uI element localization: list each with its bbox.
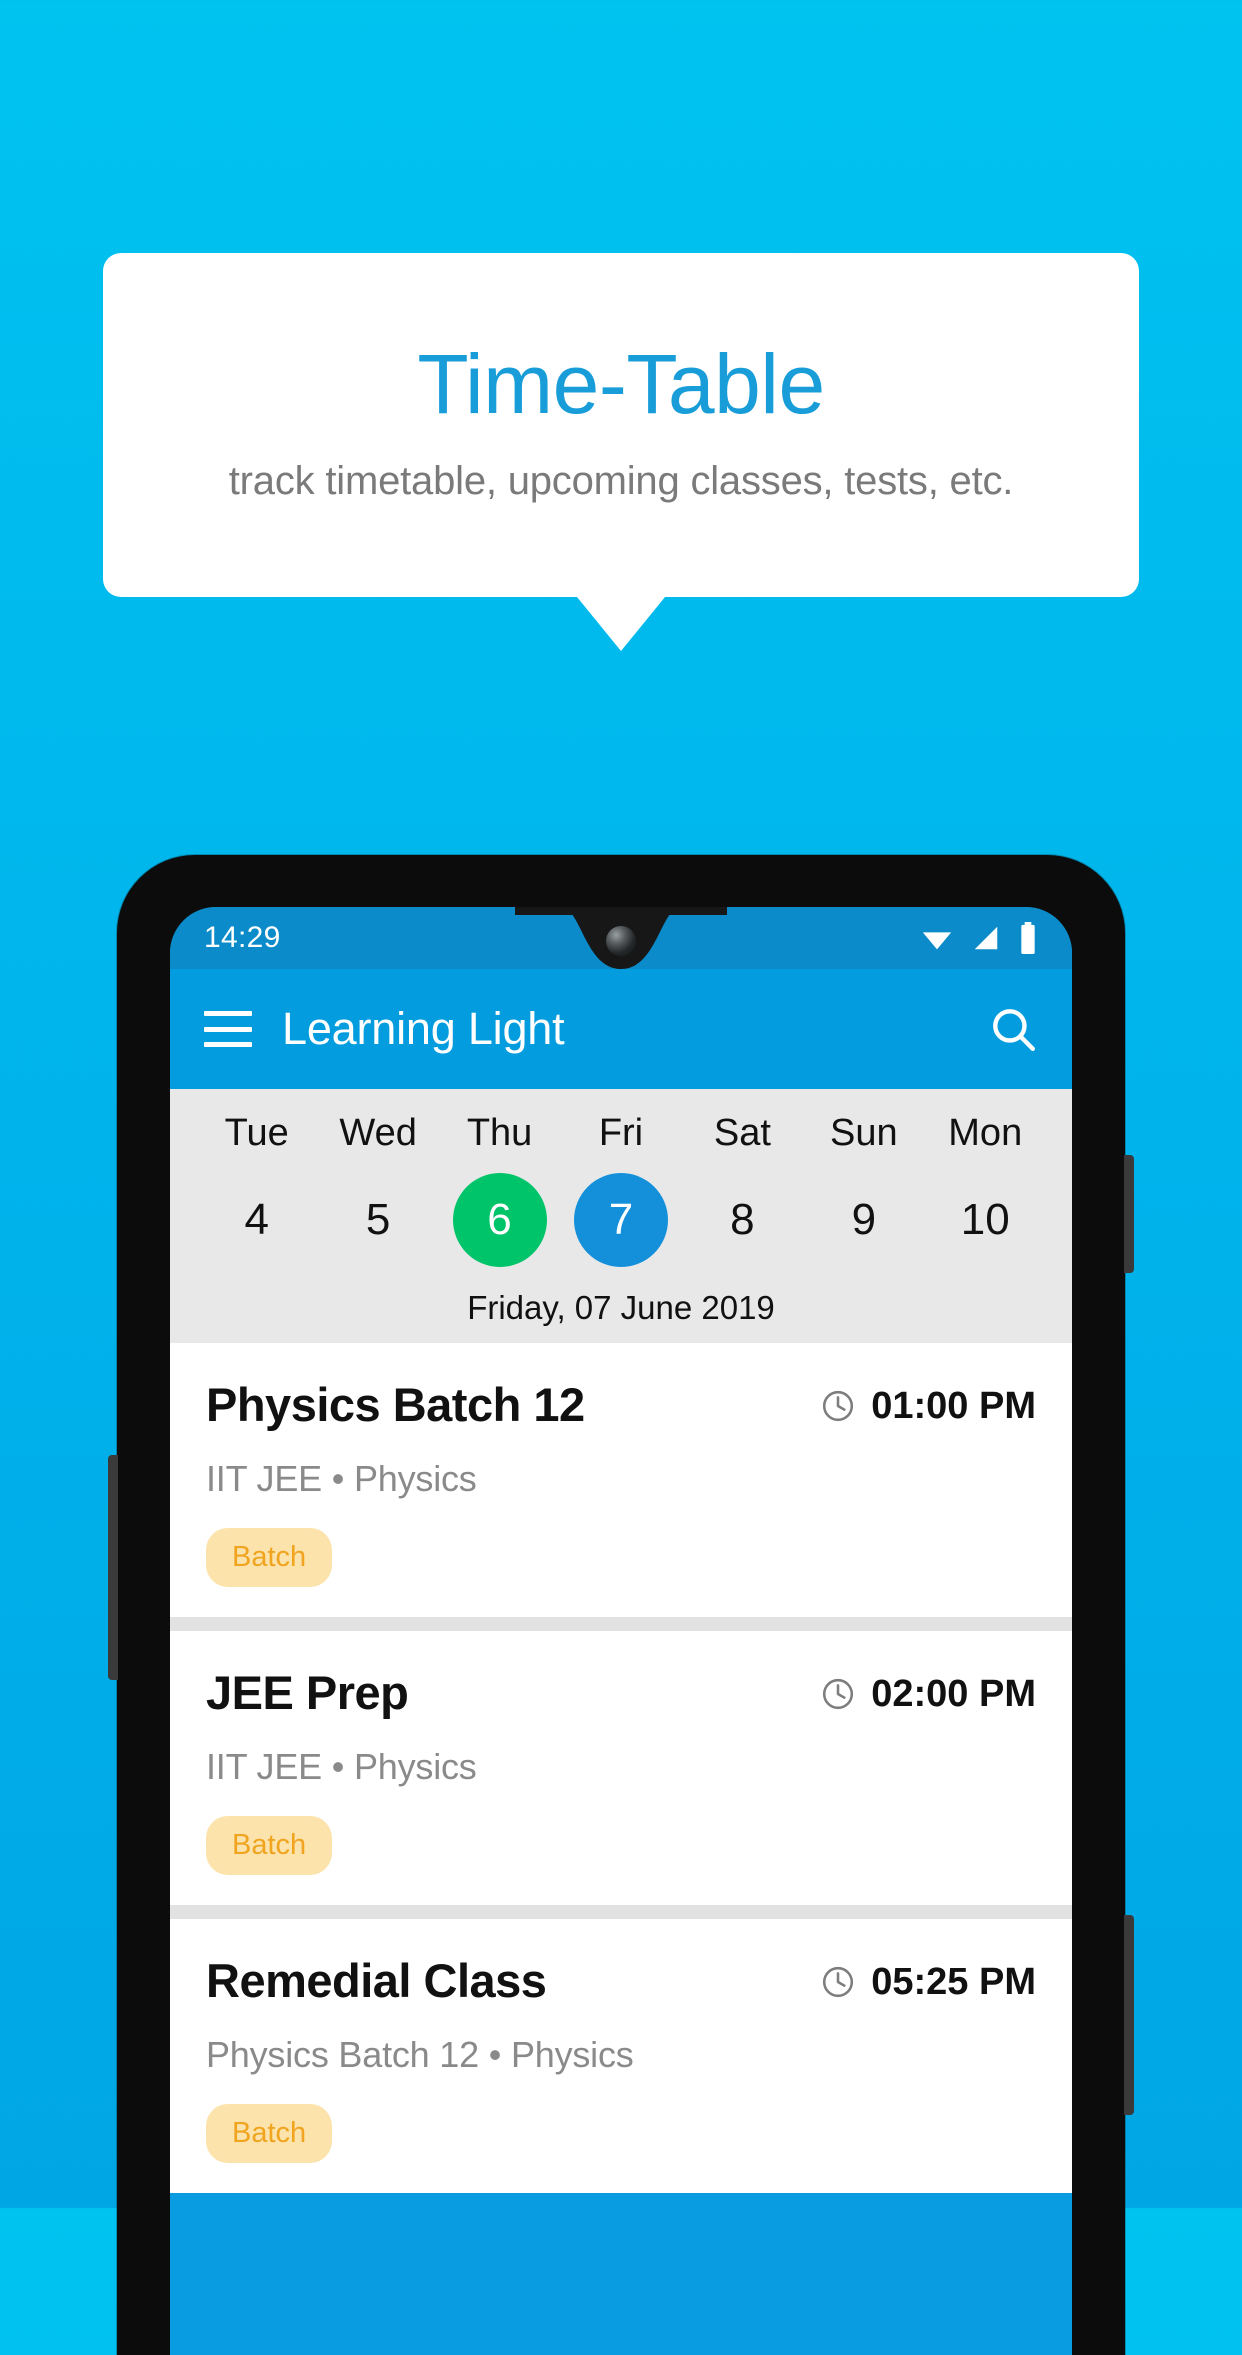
class-list: Physics Batch 12 01:00 PM IIT JEE • Phys… <box>170 1342 1072 2193</box>
phone-power-button[interactable] <box>1124 1155 1134 1273</box>
day-name: Sun <box>830 1112 898 1154</box>
class-subtitle: IIT JEE • Physics <box>206 1745 477 1787</box>
day-number: 5 <box>365 1194 391 1244</box>
class-time: 02:00 PM <box>820 1665 1036 1716</box>
class-time-label: 05:25 PM <box>871 1960 1036 2003</box>
wifi-icon <box>922 932 952 950</box>
status-bar: 14:29 <box>170 907 1072 969</box>
day-number: 7 <box>573 1172 668 1267</box>
signal-icon <box>974 926 998 950</box>
day-number: 8 <box>730 1194 755 1244</box>
promo-bubble: Time-Table track timetable, upcoming cla… <box>103 253 1139 597</box>
promo-bubble-tail <box>577 597 665 651</box>
phone-notch <box>515 907 727 979</box>
day-number: 6 <box>452 1172 547 1267</box>
day-item[interactable]: Sun 9 <box>803 1111 924 1267</box>
phone-side-button-left[interactable] <box>108 1455 118 1680</box>
class-time: 01:00 PM <box>820 1377 1036 1428</box>
class-title: JEE Prep <box>206 1665 409 1719</box>
day-name: Thu <box>466 1112 533 1154</box>
hamburger-menu-icon[interactable] <box>204 1011 252 1047</box>
selected-date-label: Friday, 07 June 2019 <box>467 1288 775 1326</box>
class-card[interactable]: JEE Prep 02:00 PM IIT JEE • Physics Batc… <box>170 1630 1072 1905</box>
day-item[interactable]: Mon 10 <box>925 1111 1046 1267</box>
status-bar-clock: 14:29 <box>204 921 281 954</box>
clock-icon <box>823 1679 854 1710</box>
promo-subtitle: track timetable, upcoming classes, tests… <box>228 458 1014 503</box>
app-bar: Learning Light <box>170 969 1072 1089</box>
day-name: Wed <box>339 1112 417 1154</box>
class-subtitle: Physics Batch 12 • Physics <box>206 2033 634 2075</box>
class-time-label: 02:00 PM <box>871 1672 1036 1715</box>
promo-callout: Time-Table track timetable, upcoming cla… <box>103 253 1139 651</box>
day-item-today[interactable]: Thu 6 <box>439 1111 560 1267</box>
day-item[interactable]: Sat 8 <box>682 1111 803 1267</box>
battery-icon <box>1021 922 1035 954</box>
day-selector: Tue 4 Wed 5 Thu 6 Fri 7 Sat 8 Sun 9 Mon … <box>170 1111 1072 1267</box>
date-strip: Tue 4 Wed 5 Thu 6 Fri 7 Sat 8 Sun 9 Mon … <box>170 1089 1072 1343</box>
day-name: Mon <box>948 1112 1023 1154</box>
day-item-selected[interactable]: Fri 7 <box>560 1111 681 1267</box>
front-camera-icon <box>606 926 636 956</box>
clock-icon <box>823 1967 854 1998</box>
day-name: Sat <box>713 1112 771 1154</box>
day-name: Fri <box>598 1112 644 1154</box>
day-number: 4 <box>244 1194 269 1244</box>
app-title: Learning Light <box>282 1003 565 1054</box>
class-title: Remedial Class <box>206 1953 547 2007</box>
day-number: 10 <box>960 1194 1010 1244</box>
day-name: Tue <box>224 1112 289 1154</box>
class-subtitle: IIT JEE • Physics <box>206 1457 477 1499</box>
class-card[interactable]: Remedial Class 05:25 PM Physics Batch 12… <box>170 1918 1072 2193</box>
clock-icon <box>823 1391 854 1422</box>
class-card[interactable]: Physics Batch 12 01:00 PM IIT JEE • Phys… <box>170 1342 1072 1617</box>
class-title: Physics Batch 12 <box>206 1377 585 1431</box>
day-number: 9 <box>851 1194 877 1244</box>
phone-screen: 14:29 Learning Light Tue 4 Wed 5 Thu 6 F… <box>170 907 1072 2355</box>
day-item[interactable]: Tue 4 <box>196 1111 317 1267</box>
phone-mockup: 14:29 Learning Light Tue 4 Wed 5 Thu 6 F… <box>108 855 1134 2355</box>
class-type-badge: Batch <box>206 1527 333 1587</box>
phone-volume-button[interactable] <box>1124 1915 1134 2115</box>
search-icon[interactable] <box>988 1004 1038 1054</box>
class-time: 05:25 PM <box>820 1953 1036 2004</box>
class-type-badge: Batch <box>206 2103 333 2163</box>
class-type-badge: Batch <box>206 1815 333 1875</box>
class-time-label: 01:00 PM <box>871 1384 1036 1427</box>
day-item[interactable]: Wed 5 <box>317 1111 438 1267</box>
promo-title: Time-Table <box>417 337 825 432</box>
